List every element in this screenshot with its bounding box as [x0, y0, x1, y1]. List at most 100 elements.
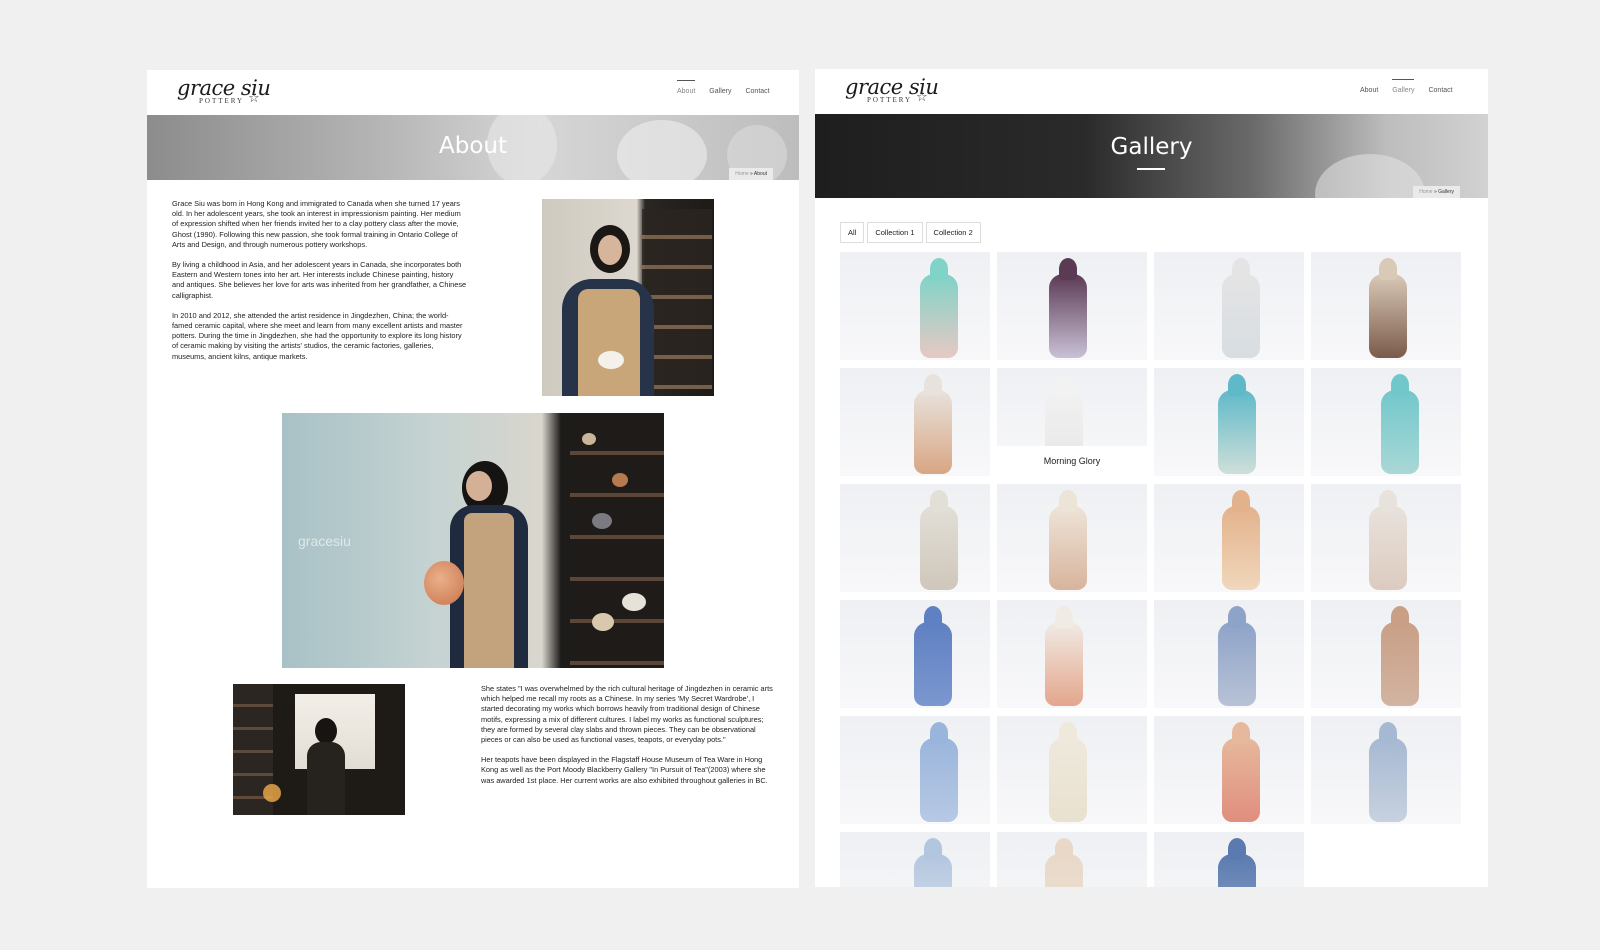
vase-neck: [1379, 490, 1397, 512]
gallery-thumbnail[interactable]: [997, 600, 1147, 708]
gallery-thumbnail[interactable]: [1154, 368, 1304, 476]
gallery-thumbnail[interactable]: [1154, 252, 1304, 360]
vase-image: [920, 738, 958, 822]
person-face: [466, 471, 492, 501]
breadcrumb-home[interactable]: Home: [735, 171, 748, 177]
gallery-thumbnail[interactable]: [1311, 716, 1461, 824]
nav-gallery[interactable]: Gallery: [1392, 79, 1415, 94]
watermark-text: gracesiu: [298, 533, 351, 549]
gallery-thumbnail[interactable]: [840, 252, 990, 360]
vase-neck: [1379, 722, 1397, 744]
vase-neck: [1379, 258, 1397, 280]
nav-about[interactable]: About: [1360, 85, 1378, 94]
vase-image: [1049, 738, 1087, 822]
vase-image: [1369, 738, 1407, 822]
studio-photo: gracesiu: [282, 413, 664, 668]
filter-collection-2-button[interactable]: Collection 2: [925, 222, 981, 243]
banner-vase-shape: [1315, 154, 1425, 198]
bowl: [598, 351, 624, 369]
vase-neck: [930, 490, 948, 512]
gallery-thumbnail[interactable]: [1311, 600, 1461, 708]
vase-image: [1369, 506, 1407, 590]
vase-image: [1369, 274, 1407, 358]
gallery-thumbnail[interactable]: [1154, 600, 1304, 708]
gallery-thumbnail[interactable]: [1311, 484, 1461, 592]
about-page-screenshot: grace siu POTTERY ☆ About Gallery Contac…: [147, 70, 799, 888]
page-title: About: [438, 133, 507, 159]
gallery-thumbnail[interactable]: [997, 832, 1147, 887]
vase-image: [1381, 390, 1419, 474]
breadcrumb-home[interactable]: Home: [1419, 189, 1432, 195]
vase-neck: [930, 258, 948, 280]
vase-neck: [1059, 722, 1077, 744]
vase-neck: [1228, 838, 1246, 860]
logo-subtitle: POTTERY: [199, 97, 245, 105]
gallery-thumbnail[interactable]: [1154, 484, 1304, 592]
gallery-thumbnail[interactable]: [997, 252, 1147, 360]
filter-all-button[interactable]: All: [840, 222, 865, 243]
gallery-thumbnail[interactable]: Morning Glory: [997, 368, 1147, 476]
bio-paragraph: In 2010 and 2012, she attended the artis…: [172, 310, 463, 361]
vase-neck: [1232, 722, 1250, 744]
vase-neck: [924, 838, 942, 860]
breadcrumb: Home » About: [729, 168, 773, 180]
gallery-thumbnail[interactable]: [840, 600, 990, 708]
vase-neck: [1055, 374, 1073, 396]
site-logo[interactable]: grace siu POTTERY ☆: [175, 76, 275, 108]
vase-neck: [1059, 490, 1077, 512]
vase-image: [1218, 622, 1256, 706]
nav-contact[interactable]: Contact: [745, 86, 769, 95]
nav-contact[interactable]: Contact: [1428, 85, 1452, 94]
vase-image: [1049, 506, 1087, 590]
title-underline: [1137, 168, 1165, 170]
vase-image: [920, 274, 958, 358]
star-icon: ☆: [916, 89, 928, 104]
vase-neck: [1228, 374, 1246, 396]
page-banner: About Home » About: [147, 115, 799, 180]
site-header: grace siu POTTERY ☆ About Gallery Contac…: [815, 69, 1488, 114]
breadcrumb: Home » Gallery: [1413, 186, 1460, 198]
vase-neck: [1232, 258, 1250, 280]
bio-text: Grace Siu was born in Hong Kong and immi…: [172, 199, 467, 372]
gallery-thumbnail[interactable]: [840, 832, 990, 887]
artist-portrait-photo: [542, 199, 714, 396]
vase-image: [1049, 274, 1087, 358]
statement-paragraph: She states "I was overwhelmed by the ric…: [481, 684, 773, 745]
vase-neck: [930, 722, 948, 744]
vase-image: [1222, 274, 1260, 358]
window-silhouette-photo: [233, 684, 405, 815]
vase-neck: [1228, 606, 1246, 628]
vase-image: [914, 390, 952, 474]
vase-image: [1381, 622, 1419, 706]
gallery-thumbnail[interactable]: [840, 368, 990, 476]
filter-collection-1-button[interactable]: Collection 1: [867, 222, 923, 243]
vase-neck: [1059, 258, 1077, 280]
vase-image: [1222, 506, 1260, 590]
site-logo[interactable]: grace siu POTTERY ☆: [843, 75, 943, 107]
vase-image: [1045, 622, 1083, 706]
gallery-thumbnail[interactable]: [1154, 832, 1304, 887]
vase-neck: [924, 606, 942, 628]
bio-paragraph: By living a childhood in Asia, and her a…: [172, 260, 467, 300]
bio-paragraph: Grace Siu was born in Hong Kong and immi…: [172, 199, 461, 249]
gallery-thumbnail[interactable]: [840, 716, 990, 824]
statement-paragraph: Her teapots have been displayed in the F…: [481, 755, 768, 785]
star-icon: ☆: [248, 90, 260, 105]
gallery-thumbnail[interactable]: [1154, 716, 1304, 824]
logo-subtitle: POTTERY: [867, 96, 913, 104]
gallery-filters: All Collection 1 Collection 2: [840, 222, 981, 243]
gallery-thumbnail[interactable]: [997, 484, 1147, 592]
nav-gallery[interactable]: Gallery: [709, 86, 731, 95]
gallery-thumbnail[interactable]: [1311, 252, 1461, 360]
site-header: grace siu POTTERY ☆ About Gallery Contac…: [147, 70, 799, 115]
main-nav: About Gallery Contact: [1360, 79, 1453, 94]
breadcrumb-current: About: [753, 171, 767, 177]
vase-image: [1222, 738, 1260, 822]
gallery-thumbnail[interactable]: [1311, 368, 1461, 476]
gallery-thumbnail[interactable]: [997, 716, 1147, 824]
vase-image: [920, 506, 958, 590]
gallery-page-screenshot: grace siu POTTERY ☆ About Gallery Contac…: [815, 69, 1488, 887]
gallery-thumbnail[interactable]: [840, 484, 990, 592]
main-nav: About Gallery Contact: [677, 80, 770, 95]
nav-about[interactable]: About: [677, 80, 696, 95]
